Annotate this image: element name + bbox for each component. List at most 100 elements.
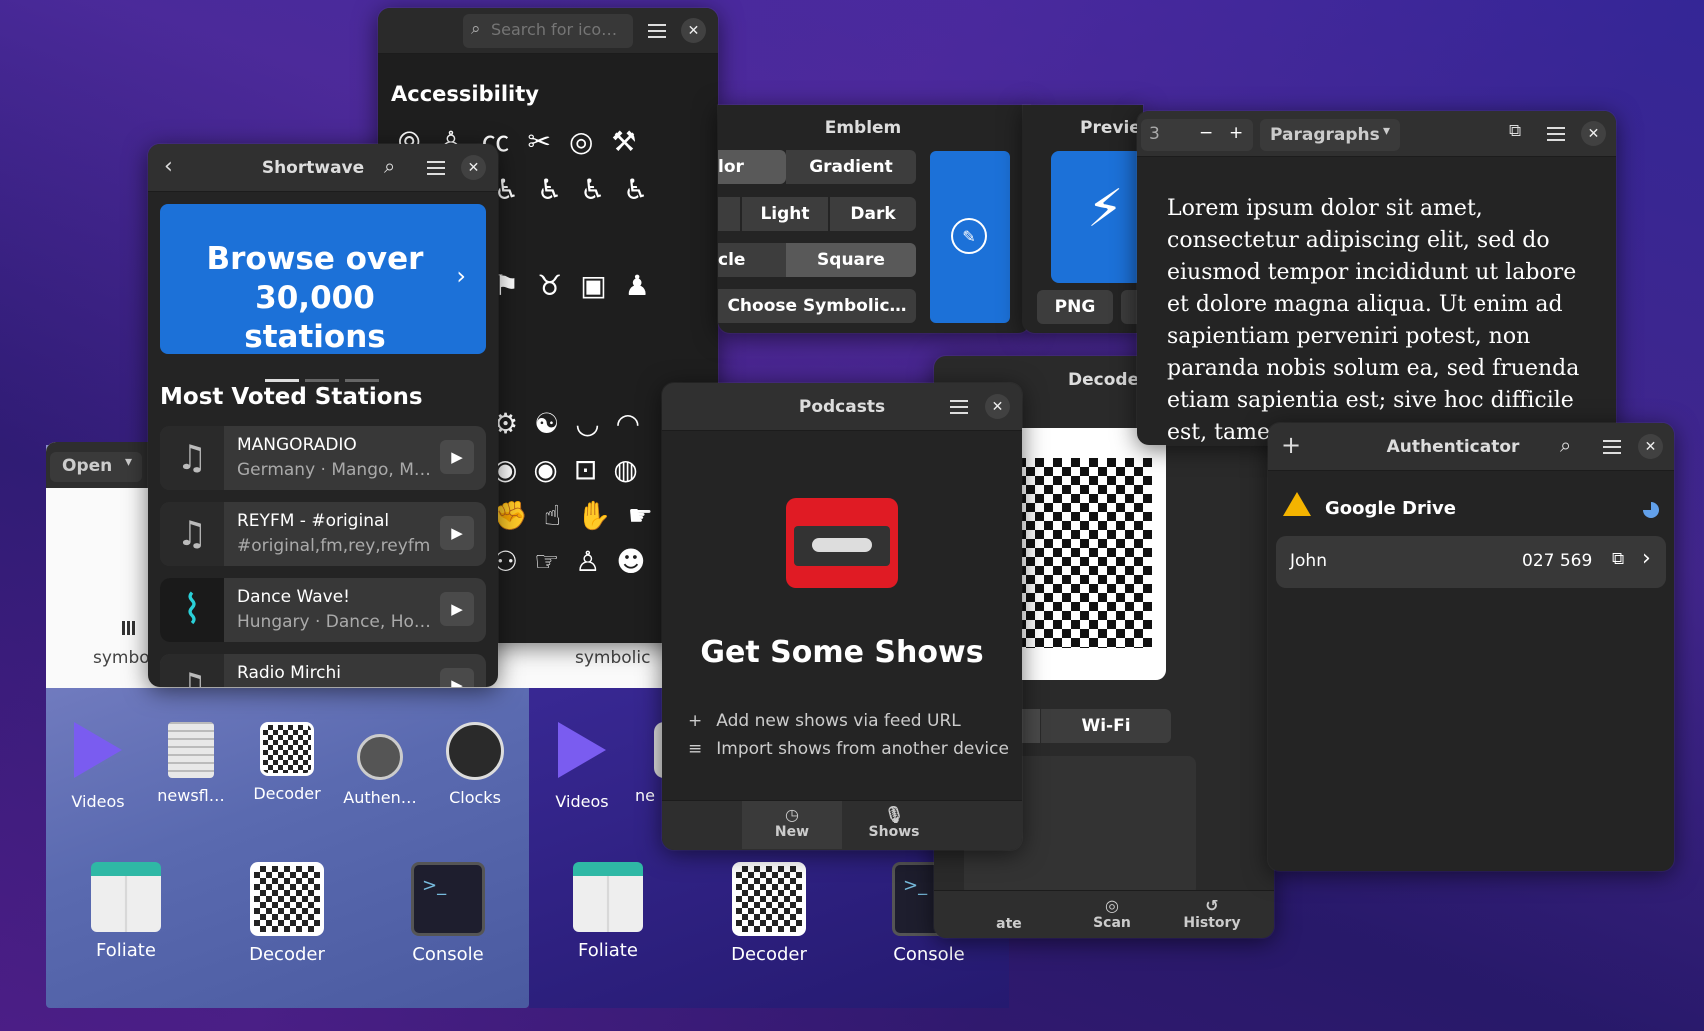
preview-tile: ⚡: [1051, 151, 1143, 283]
tab-shows[interactable]: 🎙 Shows: [844, 805, 944, 840]
text-editor-window: 3 − + Paragraphs ▾ ⧉ ✕ Lorem ipsum dolor…: [1137, 111, 1616, 445]
search-icon: ⌕: [471, 19, 481, 39]
account-row[interactable]: John 027 569 ⧉ ›: [1276, 536, 1666, 588]
copy-icon[interactable]: ⧉: [1612, 549, 1624, 569]
edit-icon[interactable]: ✎: [951, 218, 987, 254]
symbolic-label-right-2: symbolic: [575, 648, 651, 668]
play-button[interactable]: ▶: [440, 516, 474, 550]
choose-symbolic-button[interactable]: Choose Symbolic…: [718, 289, 916, 323]
search-input[interactable]: [491, 20, 627, 39]
paragraph-style-dropdown[interactable]: Paragraphs ▾: [1260, 119, 1400, 151]
chevron-right-icon[interactable]: ›: [1642, 546, 1651, 571]
back-icon[interactable]: ‹: [164, 154, 173, 179]
close-button[interactable]: ✕: [1638, 434, 1663, 459]
station-row[interactable]: ♫ MANGORADIO Germany · Mango, M… ▶: [160, 426, 486, 490]
nav-create-label: ate: [996, 916, 1022, 932]
banner-text: Browse over 30,000 stations: [206, 241, 424, 355]
app-foliate-2[interactable]: Foliate: [558, 862, 658, 961]
tab-new-label: New: [774, 824, 810, 840]
app-decoder-large[interactable]: Decoder: [237, 862, 337, 965]
padlock-icon: [357, 734, 403, 780]
section-title: Accessibility: [391, 82, 539, 106]
lightning-icon: ⚡: [1087, 179, 1124, 239]
app-label: Foliate: [578, 940, 638, 961]
play-button[interactable]: ▶: [440, 592, 474, 626]
search-entry[interactable]: ⌕: [463, 14, 633, 48]
otp-code: 027 569: [1522, 551, 1593, 571]
nav-create[interactable]: ate: [994, 916, 1024, 932]
close-button[interactable]: ✕: [681, 18, 706, 43]
nav-history-label: History: [1183, 915, 1241, 931]
close-button[interactable]: ✕: [985, 394, 1010, 419]
browse-banner[interactable]: Browse over 30,000 stations ›: [160, 204, 486, 355]
square-toggle[interactable]: Square: [786, 243, 916, 277]
png-button[interactable]: PNG: [1037, 290, 1113, 324]
app-decoder[interactable]: Decoder: [237, 722, 337, 803]
station-name: Radio Mirchi: [237, 663, 342, 683]
line-spin[interactable]: 3 − +: [1141, 119, 1253, 151]
account-name: John: [1290, 551, 1327, 571]
app-label: Videos: [555, 792, 609, 811]
app-newsflash[interactable]: newsfl…: [141, 722, 241, 805]
menu-icon[interactable]: [950, 400, 968, 414]
tab-wifi[interactable]: Wi-Fi: [1041, 709, 1171, 743]
app-videos[interactable]: Videos: [48, 722, 148, 811]
station-row[interactable]: ♫ Radio Mirchi ▶: [160, 654, 486, 687]
app-foliate[interactable]: Foliate: [76, 862, 176, 961]
circle-toggle[interactable]: cle: [718, 243, 786, 277]
app-label: Console: [893, 944, 965, 965]
qr-icon-small: [122, 621, 136, 635]
close-button[interactable]: ✕: [461, 155, 486, 180]
camera-icon: ◎: [1105, 896, 1119, 915]
app-videos-2[interactable]: Videos: [532, 722, 632, 811]
add-feed-action[interactable]: + Add new shows via feed URL: [688, 711, 961, 731]
app-console[interactable]: >_ Console: [398, 862, 498, 965]
chevron-down-icon: ▾: [124, 454, 132, 470]
close-button[interactable]: ✕: [1581, 121, 1606, 146]
light-toggle[interactable]: Light: [742, 197, 828, 231]
emblem-window: Emblem lor Gradient Light Dark cle Squar…: [718, 105, 1030, 333]
document-text[interactable]: Lorem ipsum dolor sit amet, consectetur …: [1167, 193, 1597, 445]
color-tab[interactable]: lor: [718, 150, 786, 184]
podcasts-title: Podcasts: [798, 397, 886, 417]
nav-history[interactable]: ↺ History: [1172, 896, 1252, 931]
app-decoder-2[interactable]: Decoder: [719, 862, 819, 965]
clock-icon: [446, 722, 504, 780]
minus-button[interactable]: −: [1199, 123, 1213, 143]
add-account-icon[interactable]: +: [1281, 431, 1301, 459]
search-icon[interactable]: ⌕: [1560, 433, 1571, 457]
nav-scan-label: Scan: [1093, 915, 1131, 931]
open-button[interactable]: Open ▾: [50, 452, 142, 482]
menu-icon[interactable]: [427, 161, 445, 175]
app-authenticator[interactable]: Authen…: [330, 722, 430, 807]
gradient-tab[interactable]: Gradient: [786, 150, 916, 184]
decoder-icon: [250, 862, 324, 936]
music-note-icon: ♫: [160, 502, 224, 566]
menu-icon[interactable]: [648, 24, 666, 38]
station-row[interactable]: ⌇ Dance Wave! Hungary · Dance, Ho… ▶: [160, 578, 486, 642]
app-label: Clocks: [449, 788, 501, 807]
menu-icon[interactable]: [1547, 127, 1565, 141]
app-clocks[interactable]: Clocks: [425, 722, 525, 807]
line-value: 3: [1149, 124, 1160, 144]
station-name: REYFM - #original: [237, 511, 390, 531]
dark-toggle[interactable]: Dark: [830, 197, 916, 231]
microphone-icon: 🎙: [883, 805, 905, 824]
timer-icon: [1643, 502, 1659, 518]
app-label: Foliate: [96, 940, 156, 961]
play-button[interactable]: ▶: [440, 668, 474, 687]
terminal-icon: >_: [411, 862, 485, 936]
decoder-title: Decoder: [1068, 370, 1148, 390]
symbolic-label-left: symbo: [93, 648, 150, 668]
plus-button[interactable]: +: [1229, 123, 1243, 143]
play-button[interactable]: ▶: [440, 440, 474, 474]
search-icon[interactable]: ⌕: [384, 154, 395, 178]
cassette-icon: [786, 498, 898, 588]
style-blank[interactable]: [718, 197, 740, 231]
import-action[interactable]: ≡ Import shows from another device: [688, 739, 1009, 759]
menu-icon[interactable]: [1603, 440, 1621, 454]
copy-icon[interactable]: ⧉: [1509, 121, 1521, 141]
nav-scan[interactable]: ◎ Scan: [1082, 896, 1142, 931]
tab-new[interactable]: ◷ New: [742, 801, 842, 849]
station-row[interactable]: ♫ REYFM - #original #original,fm,rey,rey…: [160, 502, 486, 566]
